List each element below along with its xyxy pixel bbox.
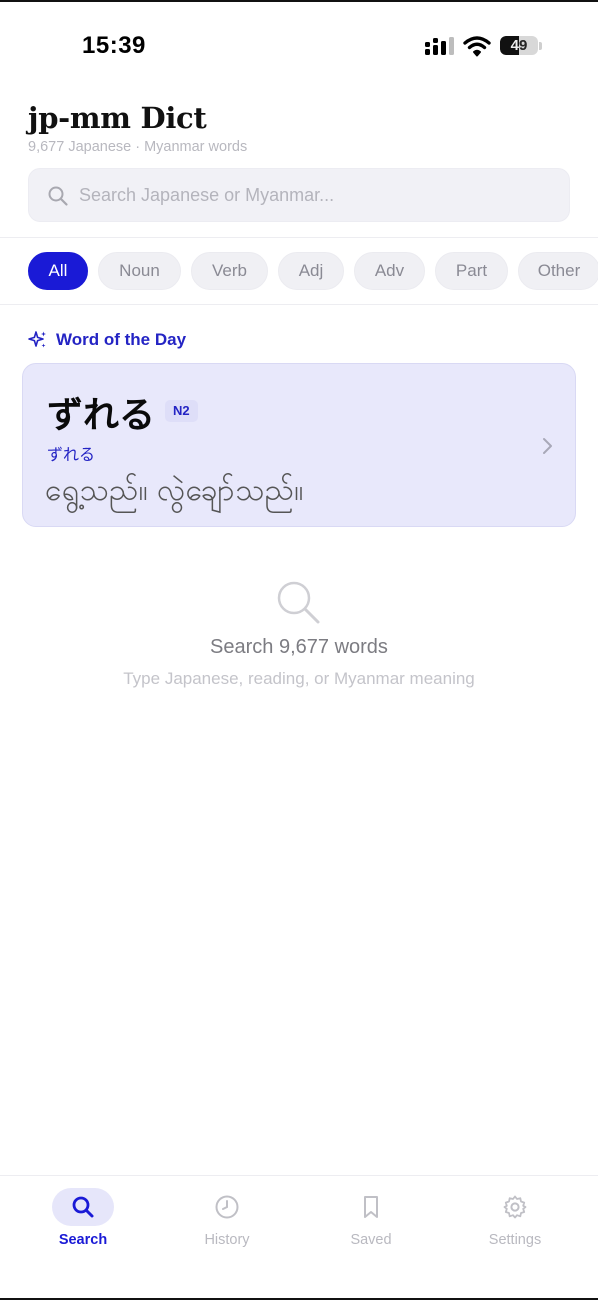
word-of-day-meaning: ရွေ့သည်။ လွဲချော်သည်။ <box>45 474 304 507</box>
tab-search-label: Search <box>58 1232 108 1248</box>
battery-percent: 49 <box>510 37 528 54</box>
filter-chip-part[interactable]: Part <box>435 252 508 290</box>
wifi-icon <box>463 36 491 57</box>
word-of-day-label: Word of the Day <box>56 330 187 349</box>
tab-saved[interactable]: Saved <box>311 1188 431 1258</box>
filter-chip-all[interactable]: All <box>28 252 88 290</box>
tab-bar: Search History Saved Settings <box>0 1175 598 1298</box>
cellular-signal-icon <box>425 37 454 55</box>
empty-state-hint: Type Japanese, reading, or Myanmar meani… <box>123 669 475 688</box>
filter-chip-adv[interactable]: Adv <box>354 252 425 290</box>
status-time: 15:39 <box>82 32 146 59</box>
app-subtitle: 9,677 Japanese · Myanmar words <box>28 139 248 155</box>
word-of-day-header: Word of the Day <box>28 328 186 352</box>
battery-cap <box>539 42 542 50</box>
chevron-right-icon <box>543 438 552 454</box>
filter-chip-other[interactable]: Other <box>518 252 598 290</box>
word-of-day-word: ずれる <box>47 394 156 435</box>
battery-icon: 49 <box>500 36 538 55</box>
filter-chip-adj[interactable]: Adj <box>278 252 344 290</box>
tab-settings[interactable]: Settings <box>455 1188 575 1258</box>
word-of-day-reading: ずれる <box>47 447 96 464</box>
tab-search-pill <box>52 1188 114 1226</box>
header-divider <box>0 237 598 238</box>
bookmark-icon <box>364 1196 378 1218</box>
tab-saved-label: Saved <box>350 1232 392 1248</box>
word-of-day-card[interactable]: ずれる N2 ずれる ရွေ့သည်။ လွဲချော်သည်။ <box>22 363 576 527</box>
status-bar: 15:39 49 <box>0 2 598 90</box>
tab-saved-pill <box>340 1188 402 1226</box>
tab-settings-pill <box>484 1188 546 1226</box>
clock-icon <box>215 1195 239 1219</box>
search-icon <box>48 186 68 206</box>
tab-settings-label: Settings <box>488 1232 542 1248</box>
tab-search[interactable]: Search <box>23 1188 143 1258</box>
search-box[interactable] <box>28 168 570 222</box>
gear-icon <box>503 1195 527 1219</box>
search-icon <box>72 1196 94 1218</box>
filter-divider <box>0 304 598 305</box>
jlpt-level-badge: N2 <box>165 400 198 422</box>
app-title: jp-mm Dict <box>28 101 207 135</box>
empty-state-title: Search 9,677 words <box>210 636 388 658</box>
filter-chip-noun[interactable]: Noun <box>98 252 181 290</box>
tab-history-label: History <box>204 1232 250 1248</box>
app-screen: 15:39 49 jp-mm Dict 9,677 Japanese · Mya… <box>0 0 598 1300</box>
tab-history-pill <box>196 1188 258 1226</box>
empty-search-icon <box>277 581 320 624</box>
search-input[interactable] <box>79 169 559 221</box>
tab-history[interactable]: History <box>167 1188 287 1258</box>
sparkle-icon <box>28 331 46 348</box>
filter-chip-verb[interactable]: Verb <box>191 252 268 290</box>
